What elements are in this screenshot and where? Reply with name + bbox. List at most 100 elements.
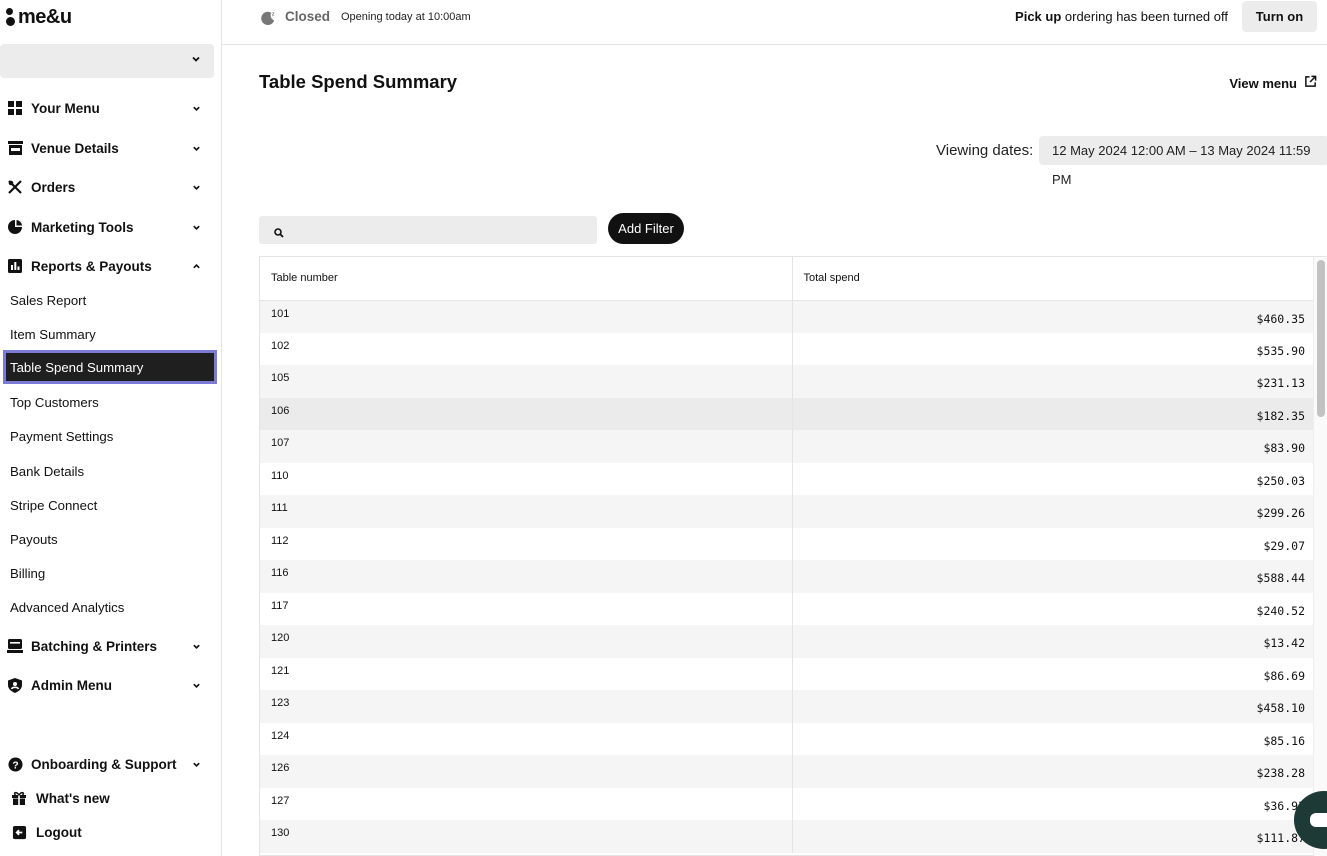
date-range-picker[interactable]: 12 May 2024 12:00 AM – 13 May 2024 11:59… [1039, 136, 1327, 187]
table-row[interactable]: 105 $231.13 [260, 365, 1314, 398]
table-number-cell: 105 [260, 365, 793, 398]
table-number-cell: 120 [260, 625, 793, 658]
table-row[interactable]: 101 $460.35 [260, 300, 1314, 333]
svg-text:z: z [272, 12, 275, 18]
sidebar-section-your-menu[interactable]: Your Menu [0, 94, 214, 122]
table-row[interactable]: 124 $85.16 [260, 722, 1314, 755]
sidebar-section-label: Venue Details [31, 140, 119, 156]
table-number-cell: 121 [260, 657, 793, 690]
sidebar-item-table-spend-summary[interactable]: Table Spend Summary [3, 350, 217, 384]
table-number-cell: 117 [260, 592, 793, 625]
table-row[interactable]: 107 $83.90 [260, 430, 1314, 463]
chevron-down-icon [192, 681, 201, 690]
table-number-cell: 101 [260, 300, 793, 333]
chevron-down-icon [192, 104, 201, 113]
table-row[interactable]: 102 $535.90 [260, 332, 1314, 365]
table-row[interactable]: 117 $240.52 [260, 592, 1314, 625]
view-menu-link[interactable]: View menu [1229, 75, 1317, 91]
search-input[interactable] [293, 216, 593, 244]
logo-mark-icon [6, 8, 15, 26]
sidebar-item-item-summary[interactable]: Item Summary [3, 317, 217, 351]
pickup-label: Pick up [1015, 9, 1062, 24]
sidebar-item-payouts[interactable]: Payouts [3, 522, 217, 556]
chevron-up-icon [192, 262, 201, 271]
whats-new-label: What's new [36, 790, 110, 806]
table-row[interactable]: 127 $36.93 [260, 787, 1314, 820]
table-row[interactable]: 130 $111.87 [260, 820, 1314, 853]
table-row[interactable]: 123 $458.10 [260, 690, 1314, 723]
table-row[interactable]: 112 $29.07 [260, 527, 1314, 560]
turn-on-button[interactable]: Turn on [1242, 1, 1317, 32]
sidebar-section-label: Marketing Tools [31, 219, 134, 235]
total-spend-cell: $238.28 [792, 755, 1314, 788]
sidebar-item-advanced-analytics[interactable]: Advanced Analytics [3, 590, 217, 624]
table-number-cell: 102 [260, 332, 793, 365]
whats-new-link[interactable]: What's new [0, 784, 214, 812]
help-circle-icon: ? [7, 756, 23, 772]
table-number-cell: 124 [260, 722, 793, 755]
sidebar: me&u Your Menu Venue Details Orders Marketi… [0, 0, 222, 856]
chevron-down-icon [192, 760, 201, 769]
table-scrollbar[interactable] [1313, 257, 1327, 856]
total-spend-cell: $13.42 [792, 625, 1314, 658]
pickup-status-text: Pick up ordering has been turned off [1015, 9, 1228, 24]
table-row[interactable]: 106 $182.35 [260, 397, 1314, 430]
total-spend-cell: $36.93 [1263, 798, 1305, 813]
sidebar-section-reports-payouts[interactable]: Reports & Payouts [0, 252, 214, 280]
table-number-cell: 116 [260, 560, 793, 593]
sidebar-item-payment-settings[interactable]: Payment Settings [3, 419, 217, 453]
table-row[interactable]: 120 $13.42 [260, 625, 1314, 658]
chevron-down-icon [192, 144, 201, 153]
sidebar-item-top-customers[interactable]: Top Customers [3, 385, 217, 419]
sidebar-item-stripe-connect[interactable]: Stripe Connect [3, 488, 217, 522]
sidebar-section-batching-printers[interactable]: Batching & Printers [0, 632, 214, 660]
total-spend-cell: $182.35 [792, 397, 1314, 430]
table-number-cell: 111 [260, 495, 793, 528]
total-spend-cell: $231.13 [792, 365, 1314, 398]
search-icon [274, 225, 284, 243]
opening-time-text: Opening today at 10:00am [341, 11, 471, 23]
add-filter-button[interactable]: Add Filter [608, 213, 684, 244]
sidebar-section-onboarding-support[interactable]: ? Onboarding & Support [0, 750, 214, 778]
sidebar-section-orders[interactable]: Orders [0, 173, 214, 201]
total-spend-cell: $460.35 [792, 300, 1314, 333]
shield-user-icon [7, 677, 23, 693]
sidebar-section-venue-details[interactable]: Venue Details [0, 134, 214, 162]
total-spend-cell: $535.90 [1256, 343, 1305, 358]
table-row[interactable]: 116 $588.44 [260, 560, 1314, 593]
sidebar-section-label: Orders [31, 179, 76, 195]
brand-logo[interactable]: me&u [6, 5, 72, 29]
sidebar-item-sales-report[interactable]: Sales Report [3, 283, 217, 317]
table-row[interactable]: 121 $86.69 [260, 657, 1314, 690]
venue-select[interactable] [0, 44, 214, 78]
search-box[interactable] [259, 216, 597, 244]
logout-link[interactable]: Logout [0, 818, 214, 846]
logout-label: Logout [36, 824, 82, 840]
table-number-cell: 127 [260, 787, 793, 820]
sidebar-section-marketing-tools[interactable]: Marketing Tools [0, 213, 214, 241]
column-header-total-spend[interactable]: Total spend [792, 257, 1314, 301]
gift-icon [11, 790, 27, 806]
logout-icon [11, 824, 27, 840]
sleep-moon-icon: z [260, 9, 277, 31]
table-row[interactable]: 110 $250.03 [260, 462, 1314, 495]
total-spend-cell: $299.26 [792, 495, 1314, 528]
sidebar-item-billing[interactable]: Billing [3, 556, 217, 590]
external-link-icon [1304, 75, 1317, 91]
viewing-dates-label: Viewing dates: [936, 142, 1034, 159]
page-title: Table Spend Summary [259, 71, 458, 92]
table-row[interactable]: 126 $238.28 [260, 755, 1314, 788]
table-row[interactable]: 111 $299.26 [260, 495, 1314, 528]
sidebar-section-admin-menu[interactable]: Admin Menu [0, 671, 214, 699]
total-spend-cell: $83.90 [792, 430, 1314, 463]
view-menu-label: View menu [1229, 75, 1297, 91]
printer-icon [7, 638, 23, 654]
total-spend-cell: $86.69 [1263, 668, 1305, 683]
sidebar-item-bank-details[interactable]: Bank Details [3, 454, 217, 488]
pie-chart-icon [7, 219, 23, 235]
scrollbar-thumb[interactable] [1317, 260, 1325, 417]
sidebar-section-label: Reports & Payouts [31, 258, 152, 274]
pickup-status-rest: ordering has been turned off [1061, 9, 1228, 24]
column-header-table-number[interactable]: Table number [260, 257, 793, 301]
table-spend-table: Table number Total spend 101 $460.35 102 $5… [259, 256, 1327, 856]
